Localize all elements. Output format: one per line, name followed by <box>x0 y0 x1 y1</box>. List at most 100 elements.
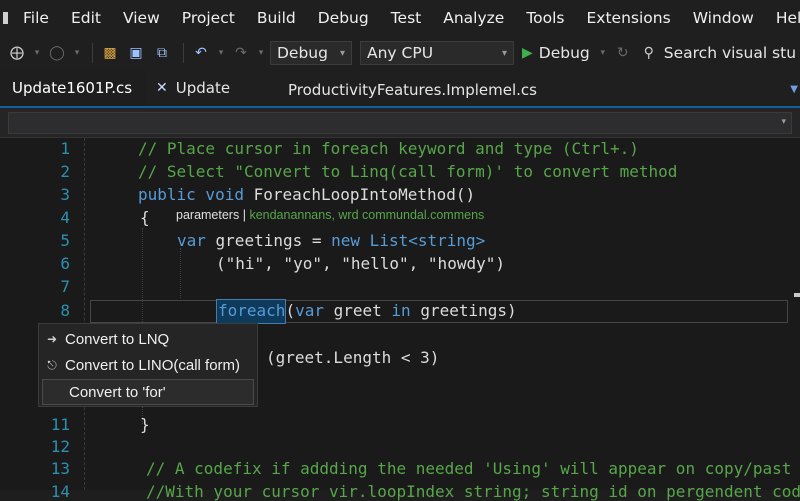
menu-help[interactable]: Help <box>766 9 800 27</box>
code-line: public void ForeachLoopIntoMethod() <box>138 185 475 204</box>
code-comment: // Place cursor in foreach keyword and t… <box>138 139 639 158</box>
configuration-select[interactable]: Debug ▾ <box>270 41 352 65</box>
undo-icon[interactable]: ↶ <box>190 42 212 64</box>
menu-view[interactable]: View <box>113 9 172 27</box>
parameter-hint: parameters | kendanannans, wrd commundal… <box>176 208 484 222</box>
menu-build[interactable]: Build <box>247 9 308 27</box>
code-identifier: greet <box>323 301 392 320</box>
menu-analyze[interactable]: Analyze <box>433 9 516 27</box>
line-number: 7 <box>60 277 70 296</box>
dropdown-caret-icon[interactable]: ▾ <box>32 42 42 64</box>
close-icon[interactable]: ✕ <box>156 80 168 96</box>
configuration-value: Debug <box>277 44 328 62</box>
code-keyword: new <box>331 231 361 250</box>
line-number: 5 <box>60 231 70 250</box>
code-brace: } <box>140 415 150 434</box>
navigation-bar: ▾ <box>0 108 800 138</box>
document-tabs: Update1601P.cs ✕ Update ProductivityFeat… <box>0 70 800 108</box>
line-number: 3 <box>60 185 70 204</box>
save-icon[interactable]: ▣ <box>125 42 147 64</box>
tab-overflow-icon[interactable]: ▼ <box>790 84 798 95</box>
tab-label: Update1601P.cs <box>12 79 133 97</box>
menu-file[interactable]: File <box>13 9 61 27</box>
menu-tools[interactable]: Tools <box>516 9 576 27</box>
code-comment: // Select "Convert to Linq(call form)' t… <box>138 162 678 181</box>
hint-value: kendanannans, wrd commundal.commens <box>249 208 485 222</box>
line-number: 6 <box>60 254 70 273</box>
line-number: 4 <box>60 208 70 227</box>
line-number: 14 <box>50 482 70 501</box>
code-line: var greetings = new List<string> <box>177 231 485 250</box>
dropdown-caret-icon[interactable]: ▾ <box>216 42 226 64</box>
quick-action-label: Convert to 'for' <box>69 383 166 401</box>
code-keyword: public void <box>138 185 244 204</box>
toolbar-separator <box>92 43 93 63</box>
menu-project[interactable]: Project <box>172 9 247 27</box>
code-keyword: in <box>391 301 411 320</box>
code-brace: { <box>140 208 150 227</box>
search-icon[interactable]: ⚲ <box>638 42 660 64</box>
new-project-icon[interactable]: ▩ <box>99 42 121 64</box>
dropdown-caret-icon[interactable]: ▾ <box>598 42 608 64</box>
toolbar-separator <box>183 43 184 63</box>
outline-guide <box>84 138 85 490</box>
indent-guide <box>180 248 181 298</box>
chevron-down-icon: ▾ <box>339 47 345 59</box>
tab-label: Update <box>175 79 231 97</box>
code-comment: //With your cursor vir.loopIndex string;… <box>146 482 800 501</box>
tab-productivity-features[interactable]: ProductivityFeatures.Implemel.cs <box>288 72 537 108</box>
dropdown-caret-icon[interactable]: ▾ <box>256 42 266 64</box>
start-debugging-icon[interactable]: ▶ <box>522 45 533 61</box>
arrow-icon: ➜ <box>46 332 58 346</box>
start-debugging-button[interactable]: Debug <box>539 44 590 62</box>
search-box[interactable]: Search visual stu <box>664 44 796 62</box>
platform-select[interactable]: Any CPU ▾ <box>360 41 514 65</box>
refresh-icon[interactable]: ↻ <box>612 42 634 64</box>
platform-value: Any CPU <box>367 44 434 62</box>
code-editor[interactable]: 1 2 3 4 5 6 7 8 11 12 13 14 // Place cur… <box>0 138 800 501</box>
code-identifier: greetings) <box>410 301 517 320</box>
quick-action-convert-to-linq-call-form[interactable]: ⎋ Convert to LINO(call form) <box>39 352 257 378</box>
quick-action-convert-to-for[interactable]: Convert to 'for' <box>42 379 254 405</box>
code-identifier: ForeachLoopIntoMethod() <box>243 185 476 204</box>
menu-bar: File Edit View Project Build Debug Test … <box>0 0 800 36</box>
menu-extensions[interactable]: Extensions <box>577 9 683 27</box>
code-keyword: var <box>295 301 324 320</box>
menu-edit[interactable]: Edit <box>61 9 113 27</box>
line-number: 1 <box>60 139 70 158</box>
code-comment: // A codefix if addding the needed 'Usin… <box>146 459 792 478</box>
tab-update[interactable]: ✕ Update <box>156 70 230 106</box>
line-number: 12 <box>50 437 70 456</box>
line-number: 11 <box>50 415 70 434</box>
quick-actions-menu: ➜ Convert to LNQ ⎋ Convert to LINO(call … <box>38 323 258 407</box>
navigate-forward-icon[interactable]: ◯ <box>46 42 68 64</box>
save-all-icon[interactable]: ⧉ <box>151 42 173 64</box>
tab-update1601p[interactable]: Update1601P.cs <box>0 70 146 106</box>
toolbar: ⨁ ▾ ◯ ▾ ▩ ▣ ⧉ ↶ ▾ ↷ ▾ Debug ▾ Any CPU ▾ … <box>0 36 800 70</box>
line-number: 8 <box>60 301 70 320</box>
menu-debug[interactable]: Debug <box>308 9 381 27</box>
menu-test[interactable]: Test <box>381 9 434 27</box>
code-keyword[interactable]: foreach <box>218 301 285 320</box>
code-identifier: ( <box>285 301 296 320</box>
menu-window[interactable]: Window <box>683 9 766 27</box>
quick-action-label: Convert to LNQ <box>65 330 170 348</box>
code-line: foreach(var greet in greetings) <box>218 301 517 320</box>
line-number: 13 <box>50 459 70 478</box>
hint-label: parameters | <box>176 208 246 222</box>
quick-action-convert-to-linq[interactable]: ➜ Convert to LNQ <box>39 326 257 352</box>
redo-icon[interactable]: ↷ <box>230 42 252 64</box>
member-dropdown[interactable]: ▾ <box>8 112 792 134</box>
chevron-down-icon: ▾ <box>781 117 786 127</box>
line-number: 2 <box>60 162 70 181</box>
chevron-down-icon: ▾ <box>501 47 507 59</box>
quick-action-label: Convert to LINO(call form) <box>65 356 241 374</box>
tab-label: ProductivityFeatures.Implemel.cs <box>288 81 537 99</box>
code-line: ("hi", "yo", "hello", "howdy") <box>216 254 505 273</box>
code-line: (greet.Length < 3) <box>266 348 440 367</box>
code-type: List<string> <box>360 231 486 250</box>
code-identifier: greetings = <box>205 231 332 250</box>
dropdown-caret-icon[interactable]: ▾ <box>72 42 82 64</box>
code-keyword: var <box>177 231 206 250</box>
navigate-back-icon[interactable]: ⨁ <box>6 42 28 64</box>
